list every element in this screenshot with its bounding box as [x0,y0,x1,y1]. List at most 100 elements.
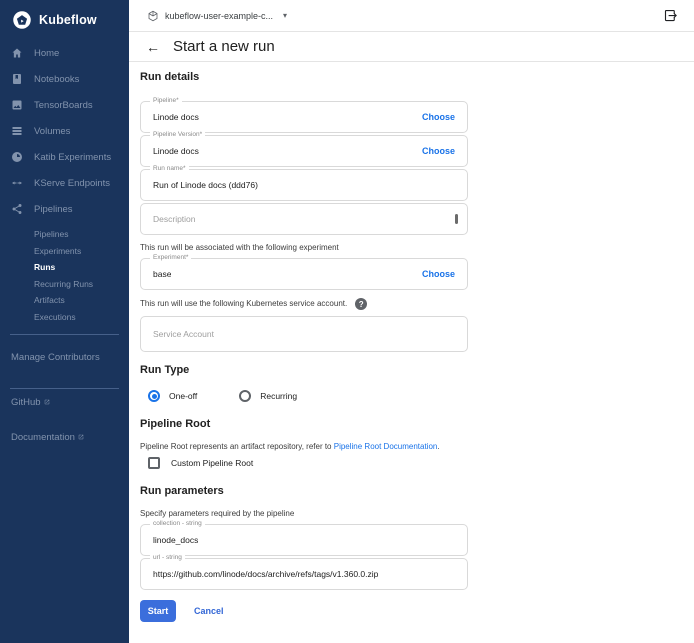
service-account-text: This run will use the following Kubernet… [140,298,694,310]
main-area: kubeflow-user-example-c... ▾ ← Start a n… [129,0,694,643]
pipeline-root-text: Pipeline Root represents an artifact rep… [140,442,694,451]
pipeline-field-value: Linode docs [153,112,199,122]
start-button[interactable]: Start [140,600,176,622]
checkbox-icon[interactable] [148,457,160,469]
katib-icon [11,151,23,163]
radio-one-off-label: One-off [169,391,197,401]
pipeline-root-text-prefix: Pipeline Root represents an artifact rep… [140,442,334,451]
param-url-field[interactable]: url - string https://github.com/linode/d… [140,558,468,590]
run-form: Run details Pipeline* Linode docs Choose… [129,62,694,643]
sidebar-item-notebooks[interactable]: Notebooks [0,66,129,92]
subnav-label: Runs [34,262,55,272]
param-url-value: https://github.com/linode/docs/archive/r… [153,569,378,579]
custom-pipeline-root-checkbox-row[interactable]: Custom Pipeline Root [140,457,694,469]
back-arrow-icon[interactable]: ← [146,40,160,54]
home-icon [11,47,23,59]
pipeline-version-field[interactable]: Pipeline Version* Linode docs Choose [140,135,468,167]
pipeline-root-text-suffix: . [437,442,439,451]
sidebar-item-label: Home [34,48,59,59]
radio-recurring[interactable]: Recurring [239,390,297,402]
chevron-down-icon: ▾ [283,11,287,20]
param-url-label: url - string [150,555,185,562]
radio-unselected-icon [239,390,251,402]
param-collection-field[interactable]: collection - string linode_docs [140,524,468,556]
sidebar-nav: Home Notebooks TensorBoards Volumes Kati… [0,40,129,325]
sidebar: Kubeflow Home Notebooks TensorBoards Vol… [0,0,129,643]
kubeflow-logo[interactable]: Kubeflow [0,0,129,40]
notebook-icon [11,73,23,85]
pipeline-version-field-label: Pipeline Version* [150,132,205,139]
cancel-button[interactable]: Cancel [194,606,224,616]
subnav-label: Pipelines [34,229,69,239]
sidebar-item-volumes[interactable]: Volumes [0,118,129,144]
subnav-label: Executions [34,312,76,322]
pipeline-field[interactable]: Pipeline* Linode docs Choose [140,101,468,133]
page-title: Start a new run [173,38,275,55]
run-type-options: One-off Recurring [140,390,694,402]
volumes-icon [11,125,23,137]
radio-recurring-label: Recurring [260,391,297,401]
logo-text: Kubeflow [39,13,97,27]
subnav-item-recurring-runs[interactable]: Recurring Runs [0,276,129,293]
run-type-heading: Run Type [140,364,694,376]
namespace-selector[interactable]: kubeflow-user-example-c... ▾ [147,10,287,22]
sidebar-item-pipelines[interactable]: Pipelines [0,196,129,222]
tensorboard-icon [11,99,23,111]
namespace-cube-icon [147,10,159,22]
run-parameters-heading: Run parameters [140,485,694,497]
form-actions: Start Cancel [140,600,694,622]
logout-button[interactable] [663,8,678,23]
subnav-item-runs[interactable]: Runs [0,259,129,276]
experiment-choose-button[interactable]: Choose [422,269,455,279]
namespace-value: kubeflow-user-example-c... [165,11,273,21]
external-link-icon [78,432,84,443]
subnav-label: Experiments [34,246,81,256]
sidebar-item-label: Notebooks [34,74,79,85]
sidebar-divider [10,388,119,389]
pipeline-version-choose-button[interactable]: Choose [422,146,455,156]
experiment-field[interactable]: Experiment* base Choose [140,258,468,290]
service-account-text-value: This run will use the following Kubernet… [140,299,347,308]
pipeline-root-doc-link[interactable]: Pipeline Root Documentation [334,442,438,451]
pipeline-version-field-value: Linode docs [153,146,199,156]
sidebar-item-label: Volumes [34,126,70,137]
custom-pipeline-root-label: Custom Pipeline Root [171,458,253,468]
pipelines-subnav: Pipelines Experiments Runs Recurring Run… [0,226,129,325]
sidebar-item-tensorboards[interactable]: TensorBoards [0,92,129,118]
param-collection-value: linode_docs [153,535,198,545]
service-account-field[interactable]: Service Account [140,316,468,352]
experiment-association-text: This run will be associated with the fol… [140,243,694,252]
documentation-label: Documentation [11,432,75,443]
resize-grip-icon[interactable] [455,214,458,224]
pipelines-icon [11,203,23,215]
sidebar-item-label: TensorBoards [34,100,93,111]
manage-contributors-label: Manage Contributors [11,352,100,363]
page-header: ← Start a new run [129,32,694,62]
pipeline-choose-button[interactable]: Choose [422,112,455,122]
github-label: GitHub [11,397,41,408]
run-name-field[interactable]: Run name* Run of Linode docs (ddd76) [140,169,468,201]
description-field[interactable]: Description [140,203,468,235]
description-placeholder: Description [153,214,196,224]
experiment-field-label: Experiment* [150,255,191,262]
radio-one-off[interactable]: One-off [148,390,197,402]
sidebar-item-kserve-endpoints[interactable]: KServe Endpoints [0,170,129,196]
sidebar-item-manage-contributors[interactable]: Manage Contributors [0,335,129,379]
sidebar-link-documentation[interactable]: Documentation [0,432,129,459]
sidebar-item-label: Katib Experiments [34,152,111,163]
subnav-item-experiments[interactable]: Experiments [0,243,129,260]
sidebar-item-home[interactable]: Home [0,40,129,66]
logout-icon [663,8,678,23]
subnav-item-artifacts[interactable]: Artifacts [0,292,129,309]
sidebar-link-github[interactable]: GitHub [0,397,129,424]
subnav-item-executions[interactable]: Executions [0,309,129,326]
subnav-item-pipelines[interactable]: Pipelines [0,226,129,243]
subnav-label: Recurring Runs [34,279,93,289]
experiment-field-value: base [153,269,171,279]
sidebar-item-katib-experiments[interactable]: Katib Experiments [0,144,129,170]
subnav-label: Artifacts [34,295,65,305]
run-parameters-subtext: Specify parameters required by the pipel… [140,509,694,518]
kserve-icon [11,177,23,189]
help-icon[interactable]: ? [355,298,367,310]
sidebar-item-label: KServe Endpoints [34,178,110,189]
